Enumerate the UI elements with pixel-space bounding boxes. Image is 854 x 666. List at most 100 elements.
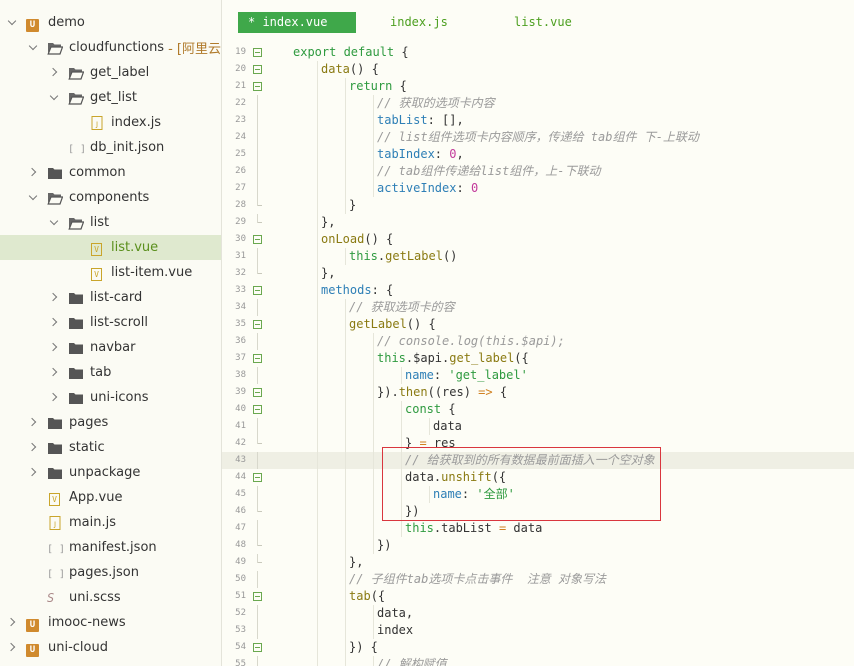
tree-item-demo[interactable]: Udemo xyxy=(0,10,221,35)
tree-item-common[interactable]: common xyxy=(0,160,221,185)
tree-item-tab[interactable]: tab xyxy=(0,360,221,385)
code-line[interactable]: 41 data xyxy=(222,418,854,435)
code-line[interactable]: 19 export default { xyxy=(222,44,854,61)
chevron-right-icon[interactable] xyxy=(6,642,18,654)
tree-item-list-item-vue[interactable]: Vlist-item.vue xyxy=(0,260,221,285)
tree-item-imooc-news[interactable]: Uimooc-news xyxy=(0,610,221,635)
tree-item-manifest-json[interactable]: [ ] manifest.json xyxy=(0,535,221,560)
fold-toggle-icon[interactable] xyxy=(253,320,262,329)
code-line[interactable]: 43 // 给获取到的所有数据最前面插入一个空对象 xyxy=(222,452,854,469)
tree-item-get-label[interactable]: get_label xyxy=(0,60,221,85)
fold-toggle-icon[interactable] xyxy=(253,388,262,397)
code-line[interactable]: 24 // list组件选项卡内容顺序，传递给 tab组件 下-上联动 xyxy=(222,129,854,146)
code-line[interactable]: 20 data() { xyxy=(222,61,854,78)
code-line[interactable]: 50 // 子组件tab选项卡点击事件 注意 对象写法 xyxy=(222,571,854,588)
tree-item-list-card[interactable]: list-card xyxy=(0,285,221,310)
tree-item-label: get_list xyxy=(90,90,137,105)
code-line[interactable]: 55 // 解构赋值 xyxy=(222,656,854,666)
tree-item-db-init-json[interactable]: [ ] db_init.json xyxy=(0,135,221,160)
chevron-right-icon[interactable] xyxy=(27,417,39,429)
chevron-right-icon[interactable] xyxy=(48,342,60,354)
code-line[interactable]: 32}, xyxy=(222,265,854,282)
tree-item-list-scroll[interactable]: list-scroll xyxy=(0,310,221,335)
fold-toggle-icon[interactable] xyxy=(253,473,262,482)
tree-item-pages[interactable]: pages xyxy=(0,410,221,435)
code-line[interactable]: 34 // 获取选项卡的容 xyxy=(222,299,854,316)
code-line[interactable]: 53 index xyxy=(222,622,854,639)
tree-item-uni-icons[interactable]: uni-icons xyxy=(0,385,221,410)
code-line[interactable]: 27 activeIndex: 0 xyxy=(222,180,854,197)
code-line[interactable]: 33 methods: { xyxy=(222,282,854,299)
chevron-right-icon[interactable] xyxy=(27,467,39,479)
code-line[interactable]: 23 tabList: [], xyxy=(222,112,854,129)
code-line[interactable]: 40 const { xyxy=(222,401,854,418)
tree-item-uni-scss[interactable]: Suni.scss xyxy=(0,585,221,610)
code-line[interactable]: 26 // tab组件传递给list组件，上-下联动 xyxy=(222,163,854,180)
code-line[interactable]: 22 // 获取的选项卡内容 xyxy=(222,95,854,112)
tree-item-index-js[interactable]: Jindex.js xyxy=(0,110,221,135)
tree-item-get-list[interactable]: get_list xyxy=(0,85,221,110)
code-line[interactable]: 49}, xyxy=(222,554,854,571)
code-line[interactable]: 28} xyxy=(222,197,854,214)
tab-index-vue[interactable]: * index.vue xyxy=(238,12,356,33)
tab-list-vue[interactable]: list.vue xyxy=(504,12,600,33)
fold-toggle-icon[interactable] xyxy=(253,354,262,363)
chevron-right-icon[interactable] xyxy=(48,392,60,404)
fold-toggle-icon[interactable] xyxy=(253,592,262,601)
code-line[interactable]: 36 // console.log(this.$api); xyxy=(222,333,854,350)
chevron-down-icon[interactable] xyxy=(27,42,39,54)
chevron-right-icon[interactable] xyxy=(48,292,60,304)
code-token: { xyxy=(448,402,456,416)
code-line[interactable]: 38 name: 'get_label' xyxy=(222,367,854,384)
tree-item-list-vue[interactable]: Vlist.vue xyxy=(0,235,221,260)
code-line[interactable]: 39}).then((res) => { xyxy=(222,384,854,401)
tree-item-components[interactable]: components xyxy=(0,185,221,210)
tree-item-static[interactable]: static xyxy=(0,435,221,460)
tree-item-pages-json[interactable]: [ ] pages.json xyxy=(0,560,221,585)
code-line[interactable]: 30 onLoad() { xyxy=(222,231,854,248)
code-editor[interactable]: * index.vue index.js list.vue 19 export d… xyxy=(222,0,854,666)
code-line[interactable]: 45 name: '全部' xyxy=(222,486,854,503)
chevron-down-icon[interactable] xyxy=(6,17,18,29)
chevron-down-icon[interactable] xyxy=(27,192,39,204)
code-line[interactable]: 46}) xyxy=(222,503,854,520)
code-token: } xyxy=(349,198,357,212)
code-line[interactable]: 37 this.$api.get_label({ xyxy=(222,350,854,367)
fold-toggle-icon[interactable] xyxy=(253,286,262,295)
tree-item-list[interactable]: list xyxy=(0,210,221,235)
chevron-down-icon[interactable] xyxy=(48,92,60,104)
tree-item-app-vue[interactable]: V App.vue xyxy=(0,485,221,510)
fold-toggle-icon[interactable] xyxy=(253,235,262,244)
fold-toggle-icon[interactable] xyxy=(253,405,262,414)
fold-toggle-icon[interactable] xyxy=(253,643,262,652)
code-line[interactable]: 29}, xyxy=(222,214,854,231)
tree-item-unpackage[interactable]: unpackage xyxy=(0,460,221,485)
chevron-right-icon[interactable] xyxy=(27,442,39,454)
code-line[interactable]: 42} = res xyxy=(222,435,854,452)
tree-item-main-js[interactable]: Jmain.js xyxy=(0,510,221,535)
tab-index-js[interactable]: index.js xyxy=(380,12,476,33)
code-line[interactable]: 35 getLabel() { xyxy=(222,316,854,333)
fold-toggle-icon[interactable] xyxy=(253,65,262,74)
code-line[interactable]: 52 data, xyxy=(222,605,854,622)
code-line[interactable]: 31 this.getLabel() xyxy=(222,248,854,265)
chevron-right-icon[interactable] xyxy=(48,67,60,79)
chevron-down-icon[interactable] xyxy=(48,217,60,229)
fold-toggle-icon[interactable] xyxy=(253,82,262,91)
chevron-right-icon[interactable] xyxy=(27,167,39,179)
tree-item-cloudfunctions[interactable]: cloudfunctions- [阿里云:zk xyxy=(0,35,221,60)
code-line[interactable]: 21 return { xyxy=(222,78,854,95)
code-line[interactable]: 25 tabIndex: 0, xyxy=(222,146,854,163)
code-line[interactable]: 48}) xyxy=(222,537,854,554)
code-line[interactable]: 47 this.tabList = data xyxy=(222,520,854,537)
code-line[interactable]: 51 tab({ xyxy=(222,588,854,605)
chevron-right-icon[interactable] xyxy=(6,617,18,629)
chevron-right-icon[interactable] xyxy=(48,367,60,379)
tree-item-uni-cloud[interactable]: Uuni-cloud xyxy=(0,635,221,660)
indent-guide xyxy=(373,163,374,180)
tree-item-navbar[interactable]: navbar xyxy=(0,335,221,360)
fold-toggle-icon[interactable] xyxy=(253,48,262,57)
code-line[interactable]: 54}) { xyxy=(222,639,854,656)
code-line[interactable]: 44 data.unshift({ xyxy=(222,469,854,486)
chevron-right-icon[interactable] xyxy=(48,317,60,329)
